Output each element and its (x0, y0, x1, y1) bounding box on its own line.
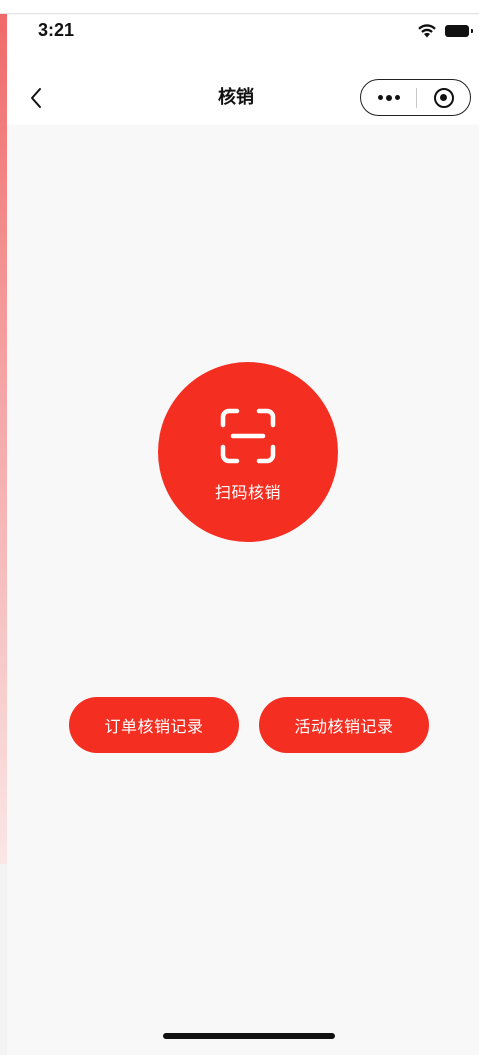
battery-icon (445, 24, 473, 37)
left-edge-strip (0, 14, 7, 864)
status-time: 3:21 (38, 20, 75, 40)
mini-program-capsule (360, 79, 471, 116)
wifi-icon (418, 24, 436, 38)
more-button[interactable] (361, 80, 416, 115)
left-edge-strip-lower (0, 864, 7, 1055)
scan-frame-icon (220, 408, 276, 464)
more-dots-icon (377, 95, 383, 100)
order-records-button[interactable]: 订单核销记录 (69, 697, 239, 753)
activity-records-button[interactable]: 活动核销记录 (259, 697, 429, 753)
target-circle-icon (433, 87, 454, 108)
more-dots-icon (385, 94, 392, 101)
scan-verify-label: 扫码核销 (214, 483, 281, 502)
target-dot (440, 94, 447, 101)
scan-verify-button[interactable]: 扫码核销 (158, 362, 338, 542)
more-dots-icon (394, 95, 400, 100)
status-icons (417, 23, 473, 38)
home-indicator[interactable] (163, 1033, 335, 1039)
close-mini-program-button[interactable] (417, 80, 470, 115)
window-top-edge (0, 0, 479, 14)
